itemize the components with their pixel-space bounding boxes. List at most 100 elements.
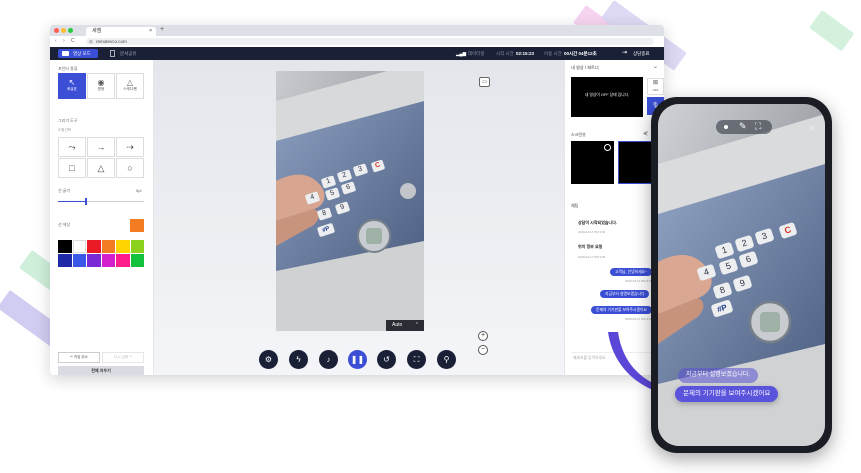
arrow-tool-button[interactable]: →	[87, 137, 115, 157]
new-tab-button[interactable]: +	[160, 26, 164, 33]
color-swatch-orange[interactable]	[101, 240, 115, 253]
chat-msg-greeting-time: 2020-02-17 PM 3:07	[625, 279, 653, 283]
doc-mode-button[interactable]: 문서공유	[108, 49, 148, 58]
decor-ribbon-green-right	[809, 10, 855, 52]
pause-icon: ❚❚	[350, 355, 365, 364]
triangle-tool-button[interactable]: △	[87, 158, 115, 178]
phone-dot-icon[interactable]	[724, 125, 728, 129]
slider-thumb[interactable]	[85, 198, 87, 205]
browser-window: 세엠 × + ‹ › C ⊙ remotevco.com 영상 모드 문서공유 …	[50, 25, 664, 375]
share-icon[interactable]: ⋞	[643, 130, 648, 137]
close-dot-icon[interactable]	[54, 28, 59, 33]
video-mode-button[interactable]: 영상 모드	[58, 49, 98, 58]
phone-mockup: 1 2 3 C 4 5 6 8 9 #P ✎ ⛶ ✕ 지금부터 설명보겠습니다.…	[651, 97, 832, 453]
auto-quality-dropdown[interactable]: Auto ⌃	[386, 320, 424, 331]
square-icon: □	[69, 163, 75, 173]
color-swatch-red[interactable]	[87, 240, 101, 253]
circle-mode-button[interactable]: ◉ 원형	[87, 73, 115, 99]
chat-msg-greeting: 고객님, 안녕하세요~	[610, 268, 653, 276]
end-session-button[interactable]: 상담종료	[633, 50, 650, 57]
browser-tabbar: 세엠 × +	[50, 25, 664, 36]
undo-button[interactable]: ↶ 작업 취소	[58, 352, 100, 363]
color-swatch-green[interactable]	[130, 254, 144, 267]
start-time-label: 시작 시간	[496, 51, 514, 56]
reload-icon[interactable]: C	[71, 38, 75, 44]
back-icon[interactable]: ‹	[55, 38, 57, 44]
chat-msg-request: 문제의 기기판을 보여주시겠어요	[591, 306, 653, 314]
app-header: 영상 모드 문서공유 ▂▄▆ 데이터량 시작 시간 02:15:23 이용 시간…	[50, 47, 664, 60]
location-button[interactable]: ⚲	[437, 350, 456, 369]
exit-icon[interactable]: ⇥	[622, 50, 627, 57]
chevron-down-icon[interactable]: ⌄	[653, 63, 658, 70]
shape-select-title: 도형선택	[58, 128, 71, 132]
screenshot-thumb-1[interactable]	[571, 141, 614, 184]
color-swatch-yellow[interactable]	[116, 240, 130, 253]
rect-tool-button[interactable]: □	[58, 158, 86, 178]
redo-button[interactable]: 다시 실행 ↷	[102, 352, 144, 363]
zoom-out-button[interactable]: −	[478, 345, 488, 355]
line-width-slider[interactable]	[58, 198, 144, 205]
minus-icon: −	[480, 346, 486, 353]
color-palette	[58, 240, 144, 268]
line-color-title: 선 색상	[58, 222, 71, 227]
redo-label: 다시 실행	[114, 355, 128, 359]
sketch-mode-button[interactable]: △ 스케치/펜	[116, 73, 144, 99]
color-swatch-white[interactable]	[72, 240, 86, 253]
video-stage: 1 2 3 4 5 6 C 8 9 #P ▭ + − Auto ⌃	[154, 60, 564, 375]
browser-tab[interactable]: 세엠 ×	[86, 27, 156, 36]
color-swatch-lime[interactable]	[130, 240, 144, 253]
video-off-message: 내 영상이 OFF 상태 입니다.	[584, 93, 630, 97]
tab-title: 세엠	[92, 28, 102, 34]
auto-label: Auto	[392, 322, 403, 328]
freehand-tool-button[interactable]: ⤳	[58, 137, 86, 157]
gear-icon: ⚙	[264, 355, 273, 364]
color-swatch-purple[interactable]	[87, 254, 101, 267]
circle-tool-button[interactable]: ○	[116, 158, 144, 178]
zoom-in-button[interactable]: +	[478, 331, 488, 341]
camera-off-label: OFF	[652, 88, 659, 92]
phone-close-icon[interactable]: ✕	[809, 124, 816, 133]
circle-mode-label: 원형	[97, 87, 105, 91]
camera-feed[interactable]: 1 2 3 4 5 6 C 8 9 #P	[276, 71, 424, 331]
forward-icon[interactable]: ›	[63, 38, 65, 44]
circle-icon: ○	[127, 163, 133, 173]
signal-icon: ▂▄▆	[456, 51, 467, 56]
zoom-dot-icon[interactable]	[68, 28, 73, 33]
color-swatch-blue[interactable]	[72, 254, 86, 267]
rotate-button[interactable]: ↺	[377, 350, 396, 369]
select-radio-icon[interactable]	[604, 144, 611, 151]
snapshot-button[interactable]: ▭	[479, 77, 490, 87]
capture-button[interactable]: ⛶	[407, 350, 426, 369]
minimize-dot-icon[interactable]	[61, 28, 66, 33]
clear-all-button[interactable]: 전체 지우기	[58, 366, 144, 375]
tab-close-icon[interactable]: ×	[149, 27, 152, 36]
phone-expand-icon[interactable]: ⛶	[755, 121, 761, 132]
chat-title: 채팅	[571, 203, 579, 208]
chat-system-start: 상담이 시작되었습니다.	[578, 220, 618, 225]
chat-msg-request-time: 2020-02-17 PM 3:07	[625, 317, 653, 321]
chevron-up-icon: ⌃	[414, 322, 419, 328]
color-swatch-magenta[interactable]	[101, 254, 115, 267]
arrow-mode-button[interactable]: ↖ 화살표	[58, 73, 86, 99]
camera-toggle-button[interactable]: ⊠ OFF	[647, 78, 664, 95]
freehand-icon: ⤳	[68, 142, 76, 152]
current-color-swatch[interactable]	[130, 219, 144, 232]
color-swatch-pink[interactable]	[116, 254, 130, 267]
cursor-icon: ↖	[68, 78, 76, 87]
image-icon: ▭	[482, 79, 487, 85]
line-width-value: 5pt	[136, 188, 142, 193]
settings-button[interactable]: ⚙	[259, 350, 278, 369]
start-time-value: 02:15:23	[516, 51, 535, 56]
line-width-title: 선 굵기	[58, 188, 71, 193]
flashlight-button[interactable]: ϟ	[289, 350, 308, 369]
camera-icon	[62, 51, 69, 56]
url-input[interactable]: ⊙ remotevco.com	[86, 38, 654, 45]
mic-button[interactable]: ♪	[319, 350, 338, 369]
data-label: 데이터량	[468, 51, 485, 56]
phone-pen-icon[interactable]: ✎	[739, 121, 747, 132]
pause-button[interactable]: ❚❚	[348, 350, 367, 369]
fullscreen-icon: ⛶	[413, 355, 420, 364]
dashed-arrow-tool-button[interactable]: ⇢	[116, 137, 144, 157]
color-swatch-navy[interactable]	[58, 254, 72, 267]
color-swatch-black[interactable]	[58, 240, 72, 253]
